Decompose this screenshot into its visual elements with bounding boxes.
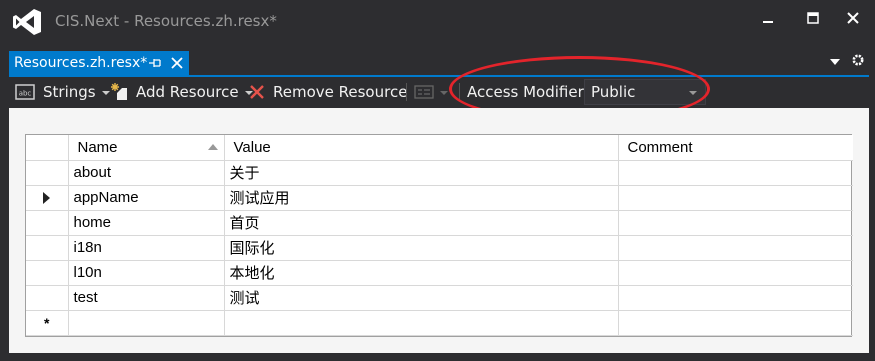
row-header[interactable] (26, 260, 69, 286)
minimize-button[interactable] (745, 0, 791, 36)
document-tab-strip: Resources.zh.resx* (0, 44, 875, 76)
add-resource-label: Add Resource (136, 83, 239, 101)
column-header-comment[interactable]: Comment (618, 135, 853, 161)
name-cell[interactable]: appName (68, 185, 225, 211)
value-cell[interactable]: 首页 (224, 210, 619, 236)
resource-grid: Name Value Comment about 关于 appName 测试应用… (25, 134, 853, 337)
remove-x-icon (250, 85, 264, 99)
tab-resources-zh-resx[interactable]: Resources.zh.resx* (9, 51, 189, 75)
close-icon (847, 12, 859, 24)
value-cell[interactable]: 关于 (224, 160, 619, 186)
value-cell[interactable]: 国际化 (224, 235, 619, 261)
view-icon (414, 85, 434, 99)
gear-icon[interactable] (851, 53, 865, 67)
value-cell[interactable]: 本地化 (224, 260, 619, 286)
row-header[interactable] (26, 235, 69, 261)
new-row[interactable]: * (26, 310, 853, 336)
column-header-label: Name (77, 138, 118, 156)
table-row[interactable]: home 首页 (26, 210, 853, 236)
resource-editor-area: Name Value Comment about 关于 appName 测试应用… (9, 108, 869, 353)
close-icon[interactable] (169, 55, 185, 71)
maximize-icon (807, 12, 819, 24)
row-header[interactable] (26, 160, 69, 186)
new-row-marker: * (26, 310, 69, 336)
toolbar-separator (406, 83, 407, 101)
column-header-value[interactable]: Value (224, 135, 619, 161)
comment-cell[interactable] (618, 260, 853, 286)
add-resource-icon (111, 83, 127, 100)
chevron-down-icon (101, 91, 110, 95)
chevron-down-icon (689, 91, 697, 95)
strings-icon: abc (15, 84, 35, 100)
name-cell[interactable]: test (68, 285, 225, 311)
value-cell[interactable]: 测试应用 (224, 185, 619, 211)
row-header[interactable] (26, 185, 69, 211)
column-header-label: Value (233, 138, 271, 156)
row-header[interactable] (26, 285, 69, 311)
resource-toolbar: abc Strings Add Resource Remove Resource… (9, 77, 869, 107)
strings-label: Strings (43, 83, 96, 101)
pin-icon[interactable] (147, 55, 163, 71)
name-cell[interactable]: i18n (68, 235, 225, 261)
tab-label: Resources.zh.resx* (14, 55, 148, 71)
view-dropdown[interactable] (414, 77, 448, 107)
toolbar-separator (459, 83, 460, 101)
add-resource-button[interactable]: Add Resource (111, 77, 253, 107)
access-modifier-select[interactable]: Public (584, 79, 706, 105)
column-header-label: Comment (627, 138, 693, 156)
strings-dropdown[interactable]: abc Strings (15, 77, 110, 107)
remove-resource-button[interactable]: Remove Resource (249, 77, 407, 107)
grid-header-row: Name Value Comment (26, 135, 853, 161)
visual-studio-icon (13, 9, 41, 35)
name-cell[interactable] (68, 310, 225, 336)
name-cell[interactable]: about (68, 160, 225, 186)
chevron-down-icon (440, 91, 448, 95)
row-header-corner (26, 135, 69, 161)
tab-dropdown-icon[interactable] (829, 57, 841, 67)
svg-text:abc: abc (19, 90, 32, 98)
comment-cell[interactable] (618, 185, 853, 211)
comment-cell[interactable] (618, 210, 853, 236)
access-modifier-value: Public (591, 83, 636, 101)
comment-cell[interactable] (618, 235, 853, 261)
comment-cell[interactable] (618, 160, 853, 186)
column-header-name[interactable]: Name (68, 135, 225, 161)
comment-cell[interactable] (618, 285, 853, 311)
table-row[interactable]: l10n 本地化 (26, 260, 853, 286)
remove-resource-label: Remove Resource (273, 83, 408, 101)
current-row-pointer-icon (43, 192, 51, 205)
table-row[interactable]: about 关于 (26, 160, 853, 186)
value-cell[interactable]: 测试 (224, 285, 619, 311)
close-window-button[interactable] (830, 0, 875, 36)
table-row[interactable]: appName 测试应用 (26, 185, 853, 211)
table-row[interactable]: test 测试 (26, 285, 853, 311)
sort-ascending-icon (207, 144, 218, 150)
comment-cell[interactable] (618, 310, 853, 336)
table-row[interactable]: i18n 国际化 (26, 235, 853, 261)
minimize-icon (763, 21, 773, 23)
row-header[interactable] (26, 210, 69, 236)
name-cell[interactable]: home (68, 210, 225, 236)
name-cell[interactable]: l10n (68, 260, 225, 286)
access-modifier-label: Access Modifier: (467, 83, 589, 101)
window-title: CIS.Next - Resources.zh.resx* (55, 12, 277, 30)
title-bar: CIS.Next - Resources.zh.resx* (0, 0, 875, 44)
value-cell[interactable] (224, 310, 619, 336)
